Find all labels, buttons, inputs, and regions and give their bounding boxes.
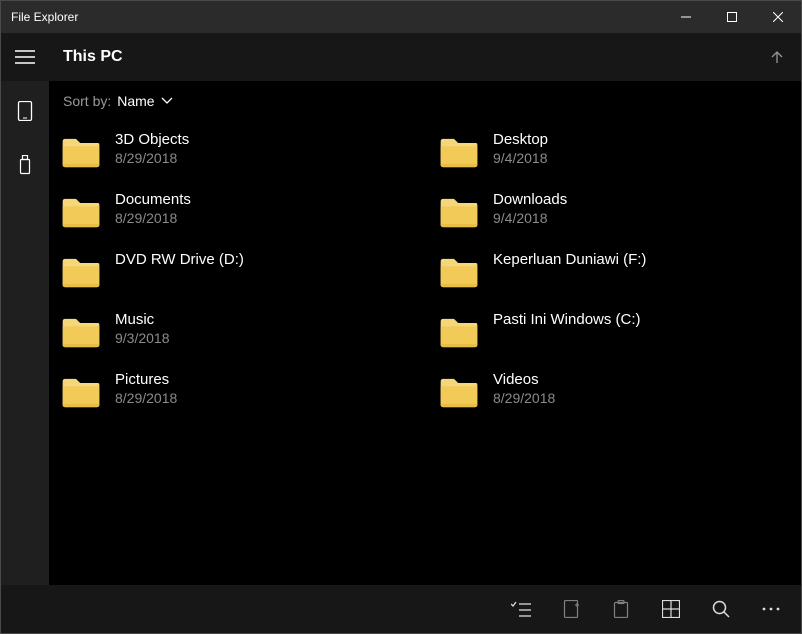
main-content: Sort by: Name 3D Objects 8/29/2018 Deskt…: [49, 81, 801, 585]
window-title: File Explorer: [11, 10, 78, 24]
sort-bar: Sort by: Name: [49, 81, 801, 121]
item-name: Desktop: [493, 131, 548, 148]
sidebar: [1, 81, 49, 585]
tablet-icon: [17, 101, 33, 121]
new-button[interactable]: [547, 585, 595, 633]
titlebar: File Explorer: [1, 1, 801, 33]
search-button[interactable]: [697, 585, 745, 633]
item-date: 9/4/2018: [493, 150, 548, 166]
item-name: DVD RW Drive (D:): [115, 251, 244, 268]
items-grid: 3D Objects 8/29/2018 Desktop 9/4/2018 Do…: [49, 121, 801, 585]
checklist-icon: [511, 601, 531, 617]
folder-icon: [439, 313, 479, 353]
folder-icon: [439, 193, 479, 233]
hamburger-icon: [15, 50, 35, 64]
item-name: Music: [115, 311, 170, 328]
more-icon: [762, 607, 780, 611]
command-bar: [1, 585, 801, 633]
minimize-icon: [681, 12, 691, 22]
folder-item[interactable]: Music 9/3/2018: [57, 305, 415, 357]
select-button[interactable]: [497, 585, 545, 633]
item-name: Downloads: [493, 191, 567, 208]
sort-by-value: Name: [117, 93, 154, 109]
chevron-down-icon: [161, 97, 173, 105]
item-date: 8/29/2018: [115, 210, 191, 226]
close-button[interactable]: [755, 1, 801, 33]
item-name: Pasti Ini Windows (C:): [493, 311, 641, 328]
item-name: Videos: [493, 371, 555, 388]
minimize-button[interactable]: [663, 1, 709, 33]
folder-item[interactable]: Videos 8/29/2018: [435, 365, 793, 417]
maximize-button[interactable]: [709, 1, 755, 33]
clipboard-icon: [613, 600, 629, 618]
folder-icon: [439, 253, 479, 293]
new-item-icon: [562, 600, 580, 618]
folder-icon: [439, 133, 479, 173]
sort-by-label: Sort by:: [63, 93, 111, 109]
paste-button[interactable]: [597, 585, 645, 633]
maximize-icon: [727, 12, 737, 22]
arrow-up-icon: [769, 49, 785, 65]
item-date: 9/3/2018: [115, 330, 170, 346]
folder-icon: [61, 253, 101, 293]
file-explorer-window: File Explorer This PC: [0, 0, 802, 634]
up-button[interactable]: [753, 33, 801, 81]
item-name: 3D Objects: [115, 131, 189, 148]
folder-icon: [61, 193, 101, 233]
grid-layout-icon: [662, 600, 680, 618]
menu-button[interactable]: [1, 33, 49, 81]
sidebar-item-tablet[interactable]: [1, 95, 49, 127]
item-date: 9/4/2018: [493, 210, 567, 226]
folder-item[interactable]: Keperluan Duniawi (F:): [435, 245, 793, 297]
folder-item[interactable]: DVD RW Drive (D:): [57, 245, 415, 297]
folder-item[interactable]: Pictures 8/29/2018: [57, 365, 415, 417]
header: This PC: [1, 33, 801, 81]
item-name: Pictures: [115, 371, 177, 388]
layout-button[interactable]: [647, 585, 695, 633]
item-name: Documents: [115, 191, 191, 208]
usb-drive-icon: [19, 155, 31, 175]
folder-icon: [61, 133, 101, 173]
item-date: 8/29/2018: [493, 390, 555, 406]
body: Sort by: Name 3D Objects 8/29/2018 Deskt…: [1, 81, 801, 585]
folder-icon: [61, 373, 101, 413]
folder-icon: [61, 313, 101, 353]
more-button[interactable]: [747, 585, 795, 633]
folder-icon: [439, 373, 479, 413]
location-title: This PC: [49, 33, 753, 81]
item-date: 8/29/2018: [115, 150, 189, 166]
sort-by-dropdown[interactable]: Name: [117, 93, 172, 109]
item-name: Keperluan Duniawi (F:): [493, 251, 646, 268]
folder-item[interactable]: Documents 8/29/2018: [57, 185, 415, 237]
search-icon: [712, 600, 730, 618]
folder-item[interactable]: Desktop 9/4/2018: [435, 125, 793, 177]
folder-item[interactable]: Downloads 9/4/2018: [435, 185, 793, 237]
item-date: 8/29/2018: [115, 390, 177, 406]
folder-item[interactable]: 3D Objects 8/29/2018: [57, 125, 415, 177]
sidebar-item-usb[interactable]: [1, 149, 49, 181]
folder-item[interactable]: Pasti Ini Windows (C:): [435, 305, 793, 357]
close-icon: [773, 12, 783, 22]
